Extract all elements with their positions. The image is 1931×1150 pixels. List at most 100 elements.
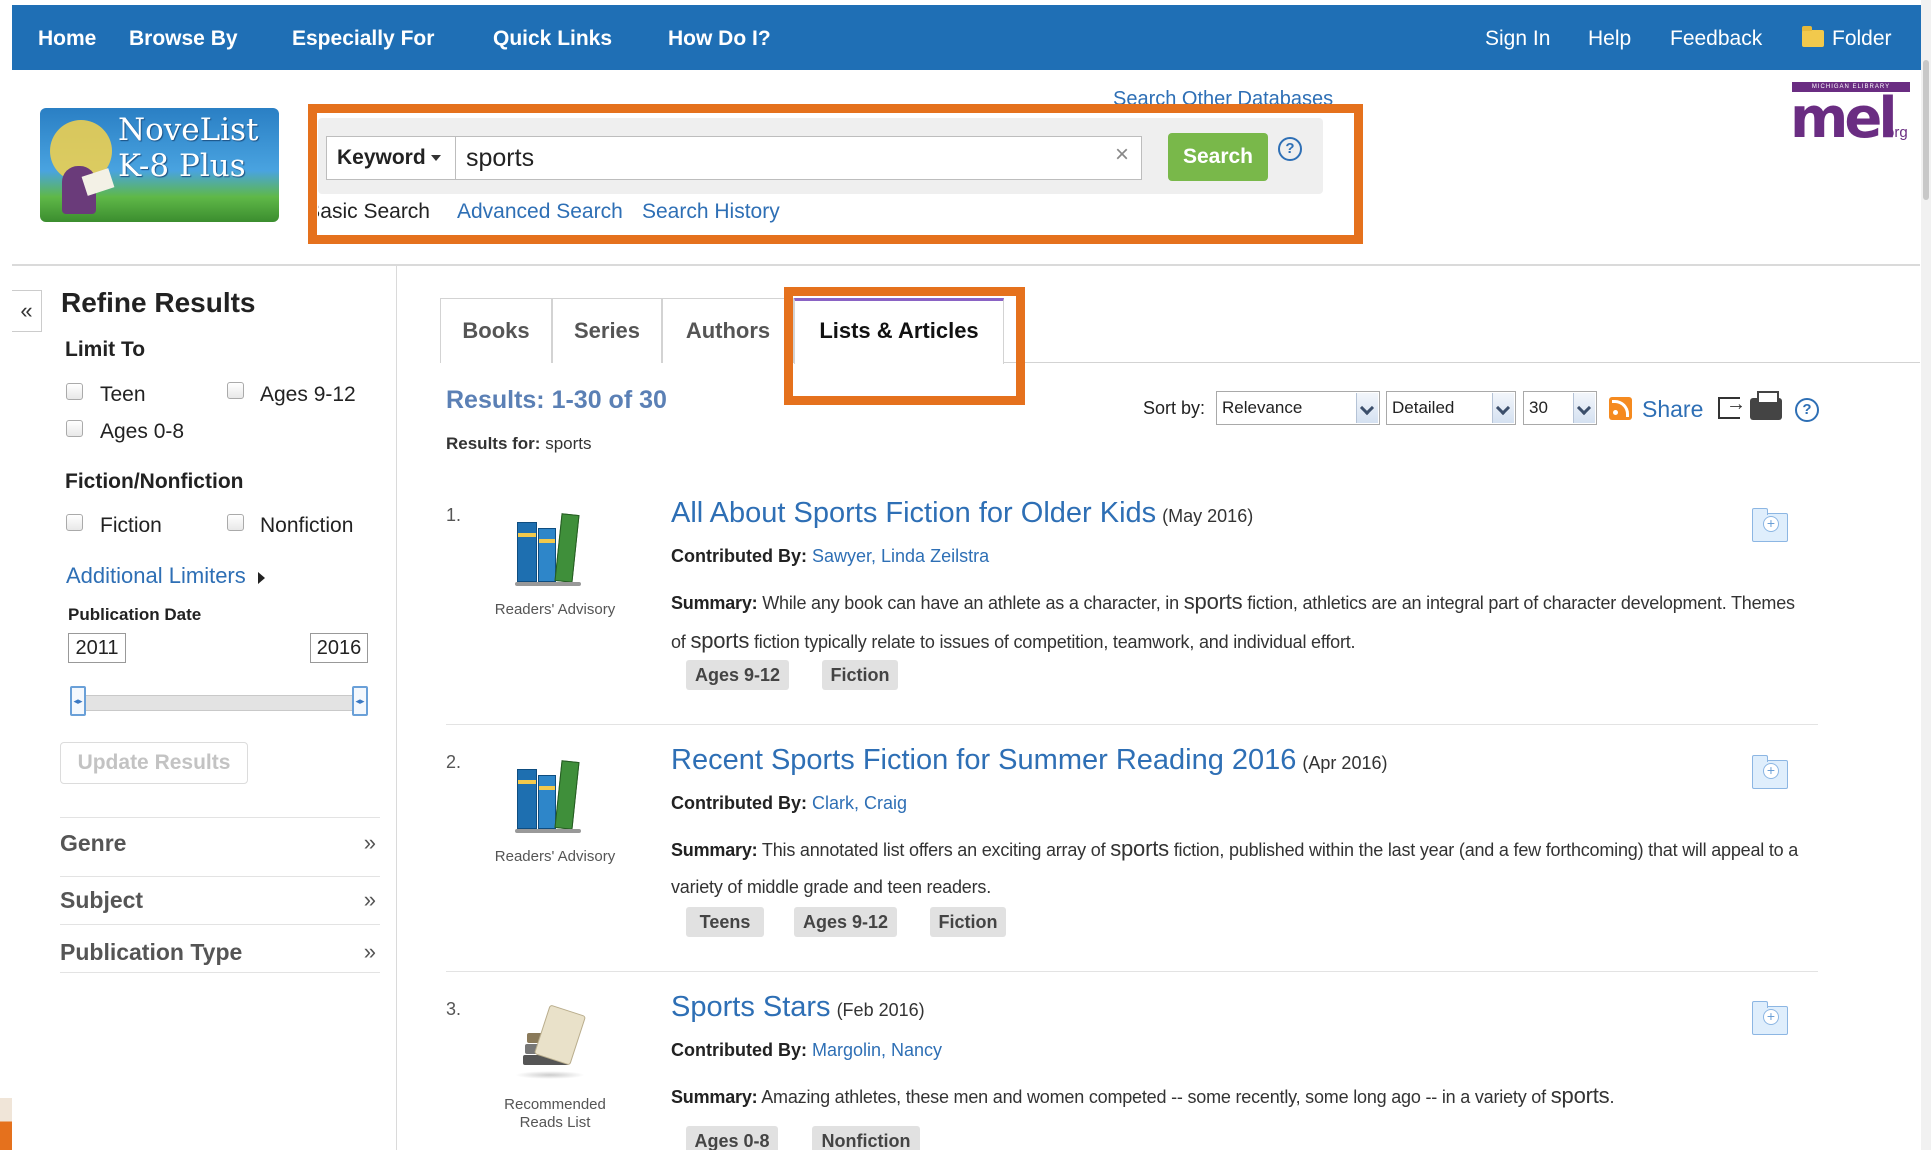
date-to-input[interactable]: 2016 [310,633,368,663]
summary-highlight: sports [1110,836,1169,861]
summary-highlight: sports [690,628,750,653]
ages-9-12-checkbox[interactable] [227,382,244,399]
tab-books[interactable]: Books [440,298,552,363]
nonfiction-checkbox[interactable] [227,514,244,531]
results-help-icon[interactable]: ? [1795,398,1819,422]
publication-date-heading: Publication Date [68,605,202,624]
limit-to-heading: Limit To [65,338,146,361]
page-scrollbar[interactable] [1921,0,1931,1150]
teen-checkbox[interactable] [66,383,83,400]
result-title: All About Sports Fiction for Older Kids [671,497,1157,529]
refine-results-title: Refine Results [61,287,256,318]
view-select-value: Detailed [1392,398,1455,417]
view-select[interactable]: Detailed [1386,391,1516,425]
summary-label: Summary: [671,1087,758,1107]
additional-limiters-link[interactable]: Additional Limiters [66,563,265,589]
summary-text: fiction typically relate to issues of co… [753,632,1356,652]
facet-subject-label: Subject [60,887,144,913]
result-title-link[interactable]: All About Sports Fiction for Older Kids(… [671,497,1253,530]
nav-especially-for[interactable]: Especially For [292,27,434,51]
ages-0-8-checkbox[interactable] [66,420,83,437]
result-contributor: Contributed By: Sawyer, Linda Zeilstra [671,546,989,567]
tag-ages-0-8[interactable]: Ages 0-8 [686,1126,778,1150]
update-results-button[interactable]: Update Results [60,742,248,784]
nav-home[interactable]: Home [38,27,96,51]
logo-text-line1: NoveList [118,112,259,148]
contributor-link[interactable]: Clark, Craig [812,793,907,813]
facet-publication-type[interactable]: Publication Type » [60,924,380,972]
ages-0-8-label: Ages 0-8 [100,420,185,443]
share-link[interactable]: Share [1642,396,1703,423]
tab-highlight-box [784,287,1025,405]
summary-label: Summary: [671,840,758,860]
nav-folder[interactable]: Folder [1802,26,1892,51]
result-contributor: Contributed By: Margolin, Nancy [671,1040,942,1061]
rss-icon[interactable] [1609,397,1632,420]
fiction-checkbox[interactable] [66,514,83,531]
summary-highlight: sports [1183,589,1243,614]
nav-how-do-i[interactable]: How Do I? [668,27,771,51]
date-from-input[interactable]: 2011 [68,633,126,663]
sort-select[interactable]: Relevance [1216,391,1380,425]
facet-publication-type-label: Publication Type [60,939,243,965]
sort-select-value: Relevance [1222,398,1303,417]
summary-text: This annotated list offers an exciting a… [761,840,1106,860]
readers-advisory-books-icon[interactable] [515,757,585,833]
facet-subject[interactable]: Subject » [60,876,380,924]
scrollbar-thumb[interactable] [1923,60,1929,200]
facet-list-end [60,972,380,973]
add-to-folder-icon[interactable] [1752,1001,1788,1035]
tag-fiction[interactable]: Fiction [822,660,898,690]
date-range-slider[interactable] [76,695,356,711]
result-summary: Summary: Amazing athletes, these men and… [671,1077,1801,1116]
summary-text: . [1609,1087,1615,1107]
result-title: Recent Sports Fiction for Summer Reading… [671,744,1297,776]
print-icon[interactable] [1750,391,1782,420]
export-icon[interactable] [1718,393,1746,419]
facet-genre[interactable]: Genre » [60,817,380,865]
result-number: 1. [446,505,462,525]
nav-quick-links[interactable]: Quick Links [493,27,612,51]
nav-browse-by[interactable]: Browse By [129,27,238,51]
tag-ages-9-12[interactable]: Ages 9-12 [794,907,897,937]
tab-authors[interactable]: Authors [662,298,794,363]
tab-series[interactable]: Series [552,298,662,363]
facet-genre-label: Genre [60,830,127,856]
add-to-folder-icon[interactable] [1752,755,1788,789]
chevron-down-icon [1492,393,1514,423]
collapse-sidebar-button[interactable]: « [12,290,42,332]
sort-by-label: Sort by: [1143,398,1206,418]
nav-sign-in[interactable]: Sign In [1485,27,1550,51]
summary-label: Summary: [671,593,758,613]
tag-fiction[interactable]: Fiction [930,907,1006,937]
tag-ages-9-12[interactable]: Ages 9-12 [686,660,789,690]
nav-folder-label: Folder [1832,27,1892,50]
result-date: (Feb 2016) [836,1000,925,1020]
mel-logo[interactable]: MICHIGAN ELIBRARY mel org [1790,82,1912,151]
contributed-by-label: Contributed By: [671,1040,807,1060]
readers-advisory-books-icon[interactable] [515,510,585,586]
nav-help[interactable]: Help [1588,27,1631,51]
contributor-link[interactable]: Margolin, Nancy [812,1040,942,1060]
tag-teens[interactable]: Teens [686,907,764,937]
nav-feedback[interactable]: Feedback [1670,27,1762,51]
results-for-label: Results for: [446,434,541,453]
date-slider-start-handle[interactable]: ◂▸ [70,686,86,716]
contributor-link[interactable]: Sawyer, Linda Zeilstra [812,546,989,566]
chevron-down-icon [1356,393,1378,423]
result-type-caption: Readers' Advisory [494,601,616,618]
result-title-link[interactable]: Sports Stars (Feb 2016) [671,991,925,1024]
per-page-select[interactable]: 30 [1523,391,1597,425]
contributed-by-label: Contributed By: [671,546,807,566]
results-for-value: sports [545,434,592,453]
recommended-reads-stack-icon[interactable] [515,1004,587,1081]
add-to-folder-icon[interactable] [1752,508,1788,542]
results-for: Results for: sports [446,434,592,454]
result-type-caption: Recommended Reads List [504,1096,606,1131]
result-date: (May 2016) [1162,506,1254,526]
novelist-logo[interactable]: NoveList K-8 Plus [40,108,279,222]
date-slider-end-handle[interactable]: ◂▸ [352,686,368,716]
tag-nonfiction[interactable]: Nonfiction [812,1126,920,1150]
result-title-link[interactable]: Recent Sports Fiction for Summer Reading… [671,744,1387,777]
double-chevron-right-icon: » [363,887,376,912]
